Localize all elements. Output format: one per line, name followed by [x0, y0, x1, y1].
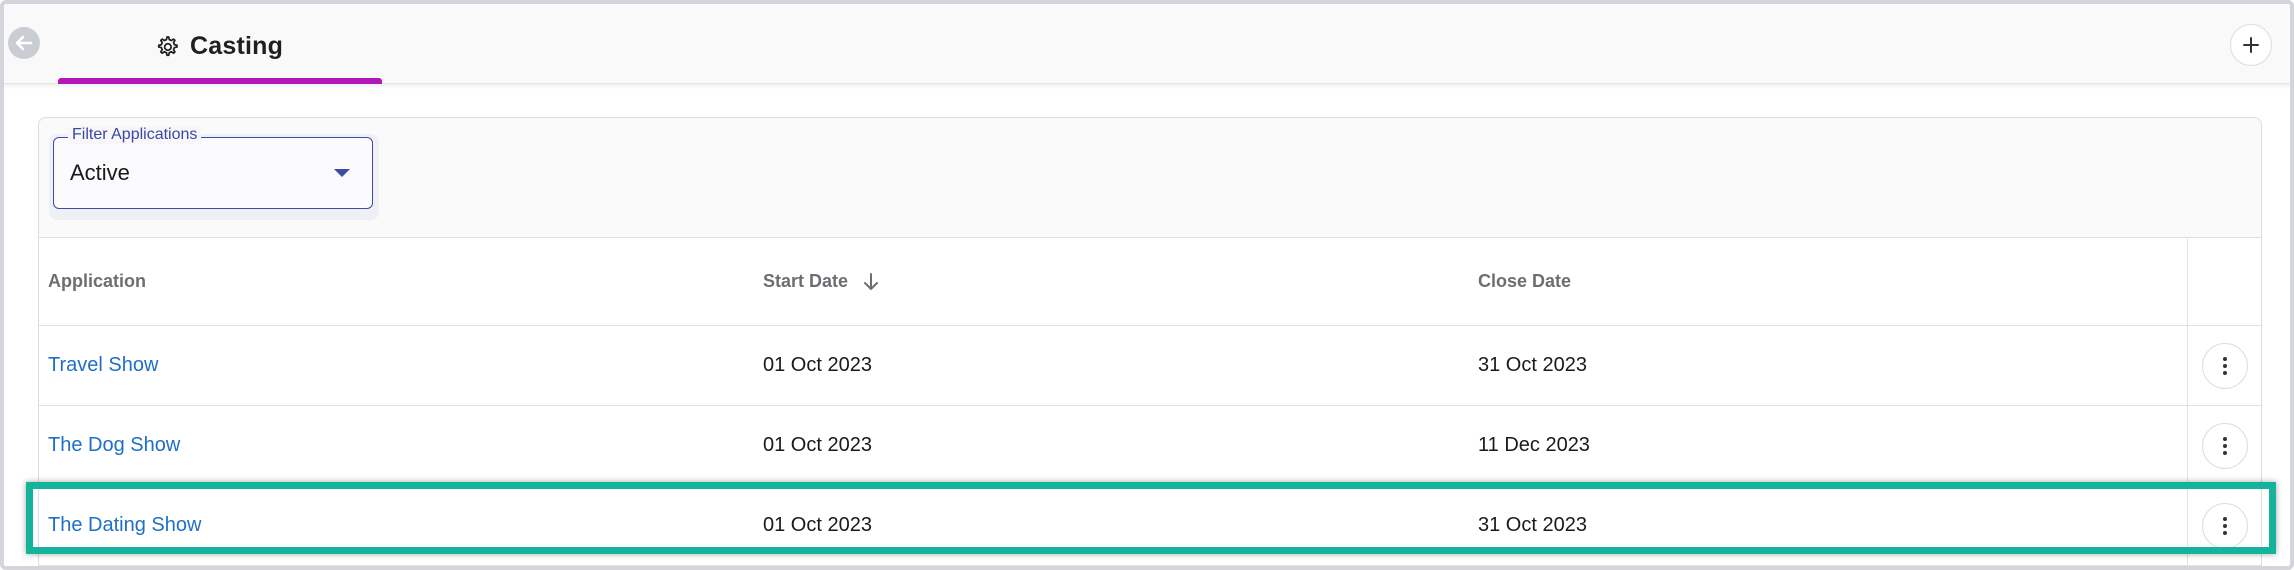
- table-row: The Dating Show 01 Oct 2023 31 Oct 2023: [39, 486, 2261, 566]
- close-date-cell: 11 Dec 2023: [1478, 434, 1590, 456]
- close-date-cell: 31 Oct 2023: [1478, 354, 1587, 376]
- column-header-start-date-label: Start Date: [763, 271, 849, 291]
- filter-selected-value: Active: [70, 160, 130, 185]
- table-row: The Dog Show 01 Oct 2023 11 Dec 2023: [39, 406, 2261, 486]
- top-bar: Casting: [4, 4, 2290, 84]
- arrow-down-icon[interactable]: [862, 272, 880, 292]
- column-header-start-date[interactable]: Start Date: [763, 238, 880, 325]
- kebab-menu-icon: [2222, 516, 2227, 535]
- applications-card: Filter Applications Active Application S…: [38, 117, 2262, 566]
- actions-cell: [2187, 486, 2261, 565]
- filter-container: Filter Applications Active: [49, 126, 379, 220]
- tab-casting[interactable]: Casting: [58, 4, 382, 84]
- table-row: Travel Show 01 Oct 2023 31 Oct 2023: [39, 326, 2261, 406]
- gear-icon: [157, 35, 178, 56]
- close-date-cell: 31 Oct 2023: [1478, 514, 1587, 536]
- tab-content: Casting: [154, 32, 283, 61]
- application-link[interactable]: The Dog Show: [48, 434, 180, 457]
- add-button[interactable]: [2230, 24, 2272, 66]
- dropdown-caret-icon: [334, 169, 350, 177]
- filter-applications-select[interactable]: Filter Applications Active: [53, 126, 373, 209]
- row-menu-button[interactable]: [2201, 502, 2248, 549]
- column-header-application[interactable]: Application: [48, 238, 146, 325]
- filter-label: Filter Applications: [68, 126, 202, 144]
- kebab-menu-icon: [2222, 436, 2227, 455]
- plus-icon: [2243, 37, 2259, 53]
- back-button[interactable]: [8, 27, 40, 59]
- column-header-close-date[interactable]: Close Date: [1478, 238, 1571, 325]
- table-header-row: Application Start Date Close Date: [39, 238, 2261, 326]
- column-header-actions: [2187, 238, 2261, 325]
- app-window: Casting Filter Applications Active Appli…: [0, 0, 2294, 570]
- tab-label: Casting: [190, 32, 284, 60]
- kebab-menu-icon: [2222, 356, 2227, 375]
- actions-cell: [2187, 406, 2261, 485]
- start-date-cell: 01 Oct 2023: [763, 514, 872, 536]
- application-link[interactable]: The Dating Show: [48, 514, 201, 537]
- arrow-left-icon: [15, 35, 33, 51]
- row-menu-button[interactable]: [2201, 422, 2248, 469]
- active-tab-indicator: [58, 78, 382, 84]
- actions-cell: [2187, 326, 2261, 405]
- start-date-cell: 01 Oct 2023: [763, 354, 872, 376]
- start-date-cell: 01 Oct 2023: [763, 434, 872, 456]
- application-link[interactable]: Travel Show: [48, 354, 158, 377]
- applications-table: Application Start Date Close Date Travel…: [39, 237, 2261, 566]
- row-menu-button[interactable]: [2201, 342, 2248, 389]
